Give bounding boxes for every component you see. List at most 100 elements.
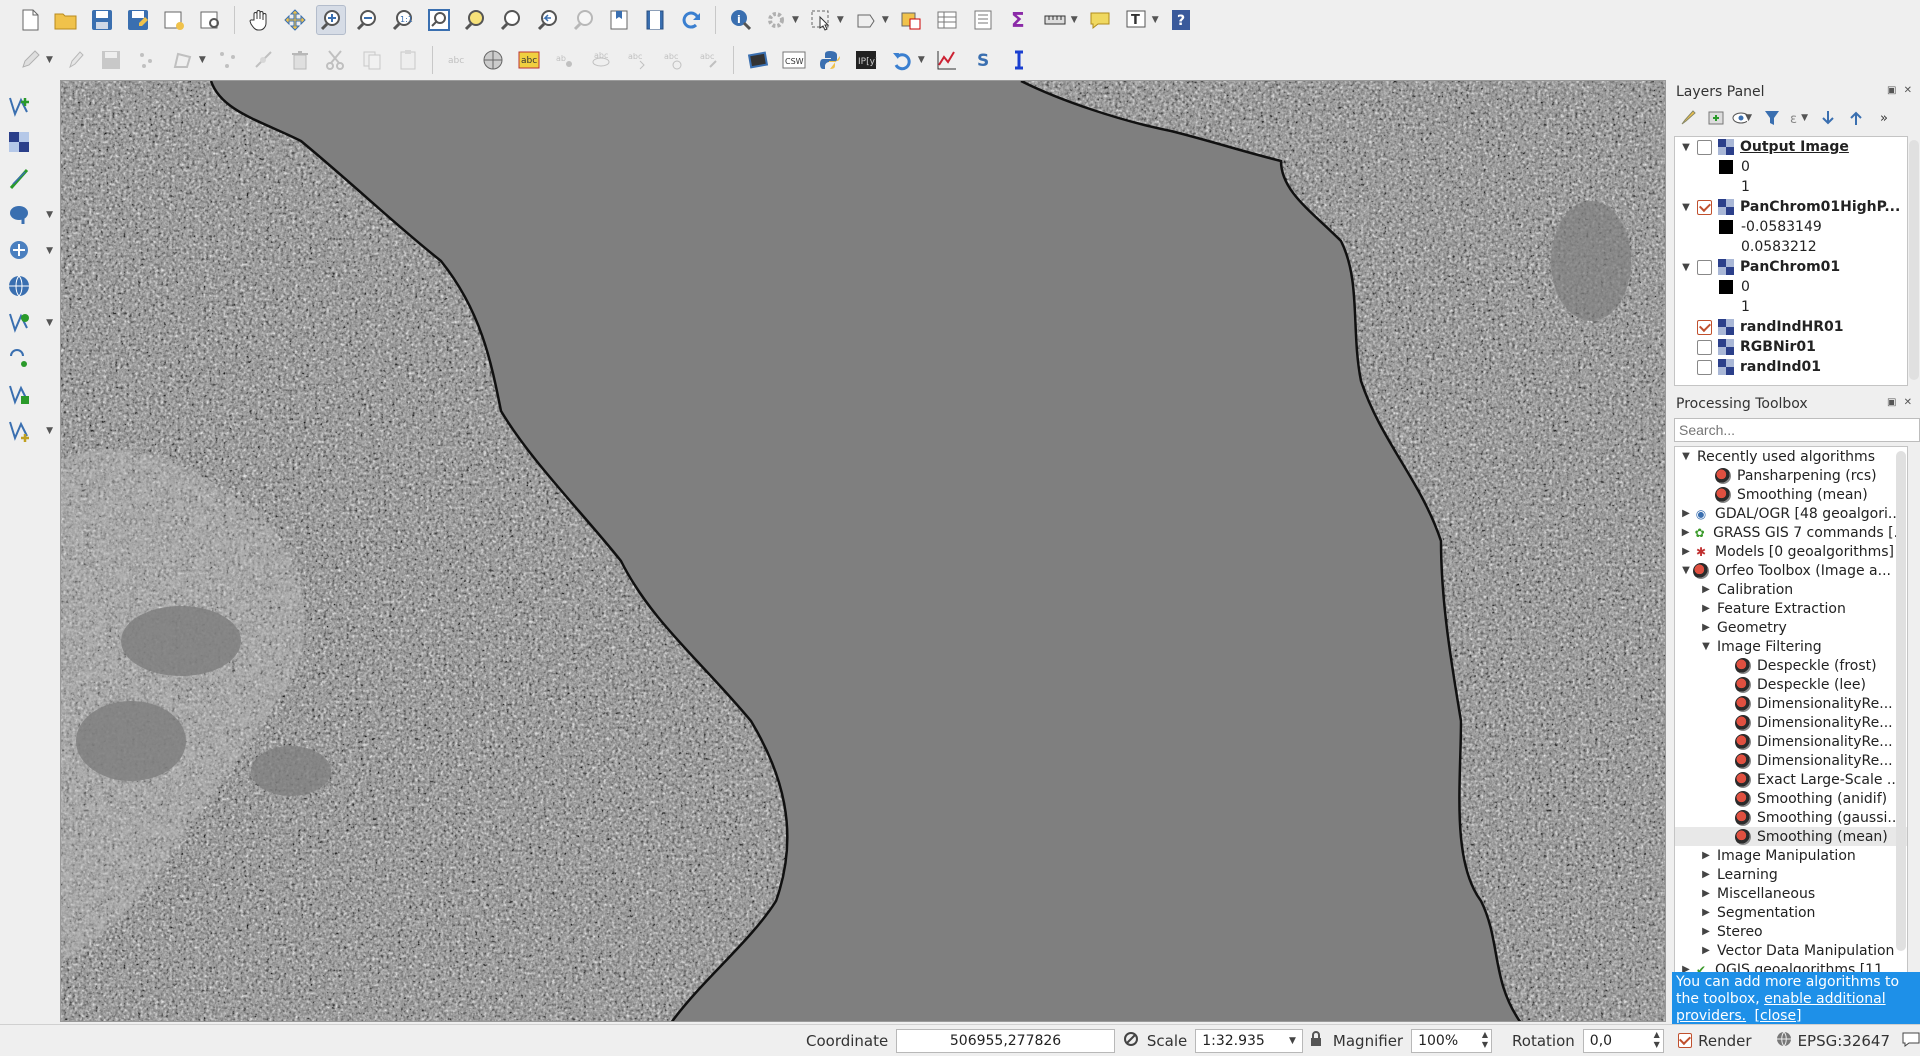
chevron-down-icon[interactable]: ▼ <box>46 55 53 65</box>
add-wfs-button[interactable]: ▼ <box>5 308 53 338</box>
mouse-coordinates-icon[interactable] <box>1123 1031 1139 1051</box>
profile-tool-button[interactable] <box>932 45 962 75</box>
new-print-layout-button[interactable] <box>159 5 189 35</box>
expand-triangle-icon[interactable]: ▼ <box>1679 451 1693 462</box>
refresh-button[interactable] <box>676 5 706 35</box>
deselect-all-button[interactable] <box>896 5 926 35</box>
layer-visibility-checkbox[interactable] <box>1697 359 1712 375</box>
expand-triangle-icon[interactable]: ▶ <box>1699 584 1713 595</box>
group-image-filtering[interactable]: ▼ Image Filtering <box>1675 637 1907 656</box>
info-tool-button[interactable] <box>1004 45 1034 75</box>
open-attribute-table-button[interactable] <box>932 5 962 35</box>
provider-gdal[interactable]: ▶ ◉ GDAL/OGR [48 geoalgori... <box>1675 504 1907 523</box>
move-label-button[interactable]: abc <box>622 45 652 75</box>
algorithm-item[interactable]: DimensionalityRe... <box>1675 694 1907 713</box>
expand-triangle-icon[interactable]: ▼ <box>1679 565 1693 576</box>
algorithm-item[interactable]: Despeckle (lee) <box>1675 675 1907 694</box>
add-postgis-button[interactable]: ▼ <box>5 200 53 230</box>
expand-triangle-icon[interactable]: ▼ <box>1679 202 1693 213</box>
layer-row-output-image[interactable]: ▼ Output Image <box>1675 137 1907 157</box>
group-vector-data-manipulation[interactable]: ▶ Vector Data Manipulation <box>1675 941 1907 960</box>
add-delimited-text-button[interactable] <box>5 164 35 194</box>
algorithm-item[interactable]: Smoothing (anidif) <box>1675 789 1907 808</box>
group-stereo[interactable]: ▶ Stereo <box>1675 922 1907 941</box>
scale-combobox[interactable]: 1:32.935 ▼ <box>1195 1028 1303 1053</box>
expand-triangle-icon[interactable]: ▶ <box>1679 527 1692 538</box>
algorithm-item[interactable]: Exact Large-Scale ... <box>1675 770 1907 789</box>
expand-triangle-icon[interactable]: ▶ <box>1699 603 1713 614</box>
ipython-button[interactable]: IP[y] <box>851 45 881 75</box>
magnifier-spinbox[interactable]: 100% ▲ ▼ <box>1411 1028 1493 1053</box>
paste-features-button[interactable] <box>393 45 423 75</box>
zoom-next-button[interactable] <box>568 5 598 35</box>
open-field-calculator-button[interactable] <box>968 5 998 35</box>
group-geometry[interactable]: ▶ Geometry <box>1675 618 1907 637</box>
lock-icon[interactable] <box>1309 1030 1323 1051</box>
action-button[interactable] <box>761 5 791 35</box>
csw-button[interactable]: CSW <box>779 45 809 75</box>
expand-triangle-icon[interactable]: ▶ <box>1699 945 1713 956</box>
expand-triangle-icon[interactable]: ▶ <box>1699 888 1713 899</box>
node-tool-button[interactable] <box>249 45 279 75</box>
save-project-button[interactable] <box>87 5 117 35</box>
undo-button[interactable] <box>887 45 917 75</box>
algorithm-item[interactable]: Pansharpening (rcs) <box>1675 466 1907 485</box>
open-project-button[interactable] <box>51 5 81 35</box>
add-wcs-button[interactable] <box>5 344 35 374</box>
expand-triangle-icon[interactable]: ▶ <box>1699 622 1713 633</box>
pin-labels-button[interactable]: ab <box>550 45 580 75</box>
toolbox-scrollbar[interactable] <box>1896 451 1906 951</box>
algorithm-item[interactable]: Despeckle (frost) <box>1675 656 1907 675</box>
delete-selected-button[interactable] <box>285 45 315 75</box>
chevron-down-icon[interactable]: ▼ <box>882 15 889 25</box>
measure-button[interactable] <box>1040 5 1070 35</box>
map-tips-button[interactable] <box>1085 5 1115 35</box>
manage-visibility-button[interactable]: ▼ <box>1732 107 1756 129</box>
save-edits-button[interactable] <box>96 45 126 75</box>
add-raster-layer-button[interactable] <box>5 128 35 158</box>
rotation-spinbox[interactable]: 0,0 ▲ ▼ <box>1582 1028 1664 1053</box>
zoom-to-selection-button[interactable] <box>460 5 490 35</box>
expand-triangle-icon[interactable]: ▶ <box>1699 850 1713 861</box>
crs-label[interactable]: EPSG:32647 <box>1798 1032 1890 1050</box>
expand-triangle-icon[interactable]: ▶ <box>1699 869 1713 880</box>
group-miscellaneous[interactable]: ▶ Miscellaneous <box>1675 884 1907 903</box>
chevron-down-icon[interactable]: ▼ <box>199 55 206 65</box>
algorithm-item-selected[interactable]: Smoothing (mean) <box>1675 827 1907 846</box>
chevron-down-icon[interactable]: ▼ <box>46 426 53 436</box>
add-feature-button[interactable] <box>132 45 162 75</box>
layer-labeling-button[interactable]: abc <box>442 45 472 75</box>
open-layer-styling-button[interactable] <box>1676 107 1700 129</box>
expand-triangle-icon[interactable]: ▶ <box>1679 546 1693 557</box>
panel-float-close-icons[interactable]: ▣ ✕ <box>1887 85 1914 96</box>
rotate-label-button[interactable]: abc <box>658 45 688 75</box>
chevron-down-icon[interactable]: ▼ <box>1071 15 1078 25</box>
filter-legend-button[interactable] <box>1760 107 1784 129</box>
zoom-in-button[interactable] <box>316 5 346 35</box>
label-toolbar-button[interactable]: abc <box>514 45 544 75</box>
toggle-editing-button[interactable] <box>60 45 90 75</box>
layer-visibility-checkbox[interactable] <box>1697 319 1712 335</box>
zoom-actual-size-button[interactable]: 1:1 <box>388 5 418 35</box>
provider-grass[interactable]: ▶ ✿ GRASS GIS 7 commands [... <box>1675 523 1907 542</box>
group-image-manipulation[interactable]: ▶ Image Manipulation <box>1675 846 1907 865</box>
crs-globe-icon[interactable] <box>1776 1031 1792 1051</box>
python-console-button[interactable] <box>815 45 845 75</box>
pan-map-button[interactable] <box>244 5 274 35</box>
expand-triangle-icon[interactable]: ▼ <box>1679 262 1693 273</box>
zoom-last-button[interactable] <box>532 5 562 35</box>
expand-all-button[interactable] <box>1816 107 1840 129</box>
layer-visibility-checkbox[interactable] <box>1697 199 1712 215</box>
style-manager-button[interactable] <box>478 45 508 75</box>
group-feature-extraction[interactable]: ▶ Feature Extraction <box>1675 599 1907 618</box>
select-features-button[interactable] <box>806 5 836 35</box>
chevron-down-icon[interactable]: ▼ <box>46 318 53 328</box>
layout-manager-button[interactable] <box>195 5 225 35</box>
statistical-summary-button[interactable]: Σ <box>1004 5 1034 35</box>
change-label-button[interactable]: abc <box>694 45 724 75</box>
layer-visibility-checkbox[interactable] <box>1697 339 1712 355</box>
algorithm-item[interactable]: DimensionalityRe... <box>1675 751 1907 770</box>
chevron-down-icon[interactable]: ▼ <box>792 15 799 25</box>
layer-visibility-checkbox[interactable] <box>1697 139 1712 155</box>
chevron-down-icon[interactable]: ▼ <box>1152 15 1159 25</box>
